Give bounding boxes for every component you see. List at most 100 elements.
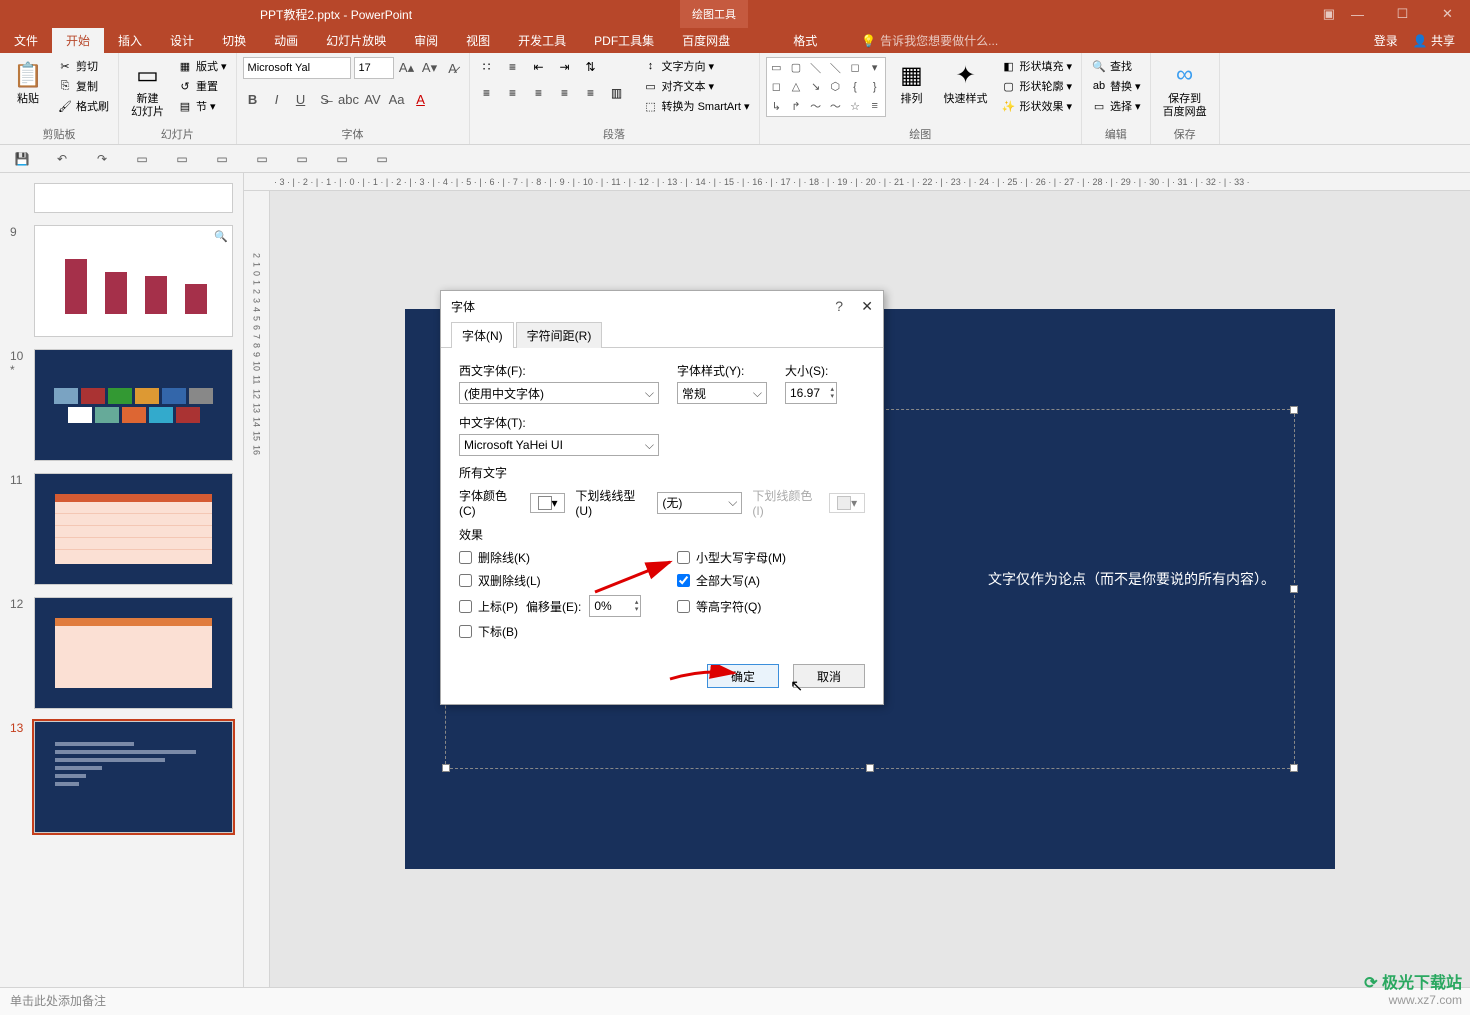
qat-icon-7[interactable]: ▭: [372, 149, 392, 169]
ribbon-display-options-icon[interactable]: ▣: [1323, 6, 1335, 22]
find-button[interactable]: 🔍查找: [1088, 57, 1144, 75]
save-icon[interactable]: 💾: [12, 149, 32, 169]
underline-style-combo[interactable]: (无): [657, 492, 742, 514]
tell-me-search[interactable]: 💡 告诉我您想要做什么...: [861, 28, 998, 53]
text-direction-button[interactable]: ↕文字方向 ▾: [640, 57, 753, 75]
distribute-button[interactable]: ≡: [580, 83, 602, 103]
change-case-button[interactable]: Aa: [387, 89, 407, 109]
align-left-button[interactable]: ≡: [476, 83, 498, 103]
latin-font-combo[interactable]: (使用中文字体): [459, 382, 659, 404]
underline-button[interactable]: U: [291, 89, 311, 109]
qat-icon-6[interactable]: ▭: [332, 149, 352, 169]
convert-smartart-button[interactable]: ⬚转换为 SmartArt ▾: [640, 97, 753, 115]
qat-icon-5[interactable]: ▭: [292, 149, 312, 169]
font-name-combo[interactable]: Microsoft Yal: [243, 57, 351, 79]
font-style-combo[interactable]: 常规: [677, 382, 767, 404]
reset-button[interactable]: ↺重置: [174, 77, 230, 95]
paste-button[interactable]: 📋 粘贴: [6, 57, 50, 108]
bold-button[interactable]: B: [243, 89, 263, 109]
underline-color-picker[interactable]: ▾: [829, 493, 865, 513]
replace-button[interactable]: ab替换 ▾: [1088, 77, 1144, 95]
qat-icon-2[interactable]: ▭: [172, 149, 192, 169]
strikethrough-button[interactable]: S̶: [315, 89, 335, 109]
thumbnail-11[interactable]: 11: [0, 467, 243, 591]
tab-format[interactable]: 格式: [779, 28, 831, 53]
shape-fill-button[interactable]: ◧形状填充 ▾: [998, 57, 1076, 75]
thumbnail-13[interactable]: 13: [0, 715, 243, 839]
columns-button[interactable]: ▥: [606, 83, 628, 103]
notes-pane[interactable]: 单击此处添加备注: [0, 987, 1470, 1015]
decrease-indent-button[interactable]: ⇤: [528, 57, 550, 77]
bullets-button[interactable]: ∷: [476, 57, 498, 77]
tab-slideshow[interactable]: 幻灯片放映: [312, 28, 400, 53]
numbering-button[interactable]: ≡: [502, 57, 524, 77]
save-to-baidu-button[interactable]: ∞ 保存到 百度网盘: [1157, 57, 1213, 121]
cjk-font-combo[interactable]: Microsoft YaHei UI: [459, 434, 659, 456]
redo-icon[interactable]: ↷: [92, 149, 112, 169]
tab-insert[interactable]: 插入: [104, 28, 156, 53]
line-spacing-button[interactable]: ⇅: [580, 57, 602, 77]
strikethrough-checkbox[interactable]: 删除线(K): [459, 549, 647, 566]
clear-format-icon[interactable]: A̷: [443, 58, 463, 78]
arrange-button[interactable]: ▦ 排列: [890, 57, 934, 108]
copy-button[interactable]: ⎘复制: [54, 77, 112, 95]
dialog-titlebar[interactable]: 字体 ? ✕: [441, 291, 883, 321]
close-button[interactable]: [1425, 0, 1470, 28]
thumbnail-8-partial[interactable]: [0, 177, 243, 219]
tab-baidu[interactable]: 百度网盘: [668, 28, 744, 53]
italic-button[interactable]: I: [267, 89, 287, 109]
thumbnail-12[interactable]: 12: [0, 591, 243, 715]
qat-icon-3[interactable]: ▭: [212, 149, 232, 169]
thumbnail-9[interactable]: 9 🔍: [0, 219, 243, 343]
font-size-spinner[interactable]: 16.97: [785, 382, 837, 404]
tab-view[interactable]: 视图: [452, 28, 504, 53]
align-right-button[interactable]: ≡: [528, 83, 550, 103]
section-button[interactable]: ▤节 ▾: [174, 97, 230, 115]
tab-transitions[interactable]: 切换: [208, 28, 260, 53]
increase-indent-button[interactable]: ⇥: [554, 57, 576, 77]
small-caps-checkbox[interactable]: 小型大写字母(M): [677, 549, 865, 566]
tab-animations[interactable]: 动画: [260, 28, 312, 53]
new-slide-button[interactable]: ▭ 新建 幻灯片: [125, 57, 170, 121]
double-strikethrough-checkbox[interactable]: 双删除线(L): [459, 572, 647, 589]
increase-font-icon[interactable]: A▴: [397, 58, 417, 78]
shape-outline-button[interactable]: ▢形状轮廓 ▾: [998, 77, 1076, 95]
superscript-checkbox[interactable]: 上标(P): [459, 598, 518, 615]
quick-styles-button[interactable]: ✦ 快速样式: [938, 57, 994, 108]
justify-button[interactable]: ≡: [554, 83, 576, 103]
qat-icon-1[interactable]: ▭: [132, 149, 152, 169]
align-text-button[interactable]: ▭对齐文本 ▾: [640, 77, 753, 95]
shapes-gallery[interactable]: ▭▢＼＼◻▾ ◻△↘⬡{} ↳↱〜〜☆≡: [766, 57, 886, 117]
thumbnail-10[interactable]: 10*: [0, 343, 243, 467]
slide-thumbnails-panel[interactable]: 9 🔍 10* 11: [0, 173, 244, 987]
share-button[interactable]: 👤 共享: [1413, 32, 1455, 49]
all-caps-checkbox[interactable]: 全部大写(A): [677, 572, 865, 589]
align-center-button[interactable]: ≡: [502, 83, 524, 103]
cut-button[interactable]: ✂剪切: [54, 57, 112, 75]
login-link[interactable]: 登录: [1374, 32, 1398, 49]
close-icon[interactable]: ✕: [861, 298, 873, 315]
dialog-tab-spacing[interactable]: 字符间距(R): [516, 322, 603, 348]
help-icon[interactable]: ?: [835, 298, 843, 314]
font-color-button[interactable]: A: [411, 89, 431, 109]
shape-effects-button[interactable]: ✨形状效果 ▾: [998, 97, 1076, 115]
cancel-button[interactable]: 取消: [793, 664, 865, 688]
character-spacing-button[interactable]: AV: [363, 89, 383, 109]
font-color-picker[interactable]: ▾: [530, 493, 566, 513]
select-button[interactable]: ▭选择 ▾: [1088, 97, 1144, 115]
minimize-button[interactable]: [1335, 0, 1380, 28]
equal-height-checkbox[interactable]: 等高字符(Q): [677, 595, 865, 617]
text-shadow-button[interactable]: abc: [339, 89, 359, 109]
layout-button[interactable]: ▦版式 ▾: [174, 57, 230, 75]
tab-pdf[interactable]: PDF工具集: [580, 28, 668, 53]
ok-button[interactable]: 确定: [707, 664, 779, 688]
tab-home[interactable]: 开始: [52, 28, 104, 53]
format-painter-button[interactable]: 🖌格式刷: [54, 97, 112, 115]
undo-icon[interactable]: ↶: [52, 149, 72, 169]
font-size-combo[interactable]: 17: [354, 57, 394, 79]
qat-icon-4[interactable]: ▭: [252, 149, 272, 169]
subscript-checkbox[interactable]: 下标(B): [459, 623, 647, 640]
offset-spinner[interactable]: 0%: [589, 595, 641, 617]
tab-review[interactable]: 审阅: [400, 28, 452, 53]
tab-file[interactable]: 文件: [0, 28, 52, 53]
